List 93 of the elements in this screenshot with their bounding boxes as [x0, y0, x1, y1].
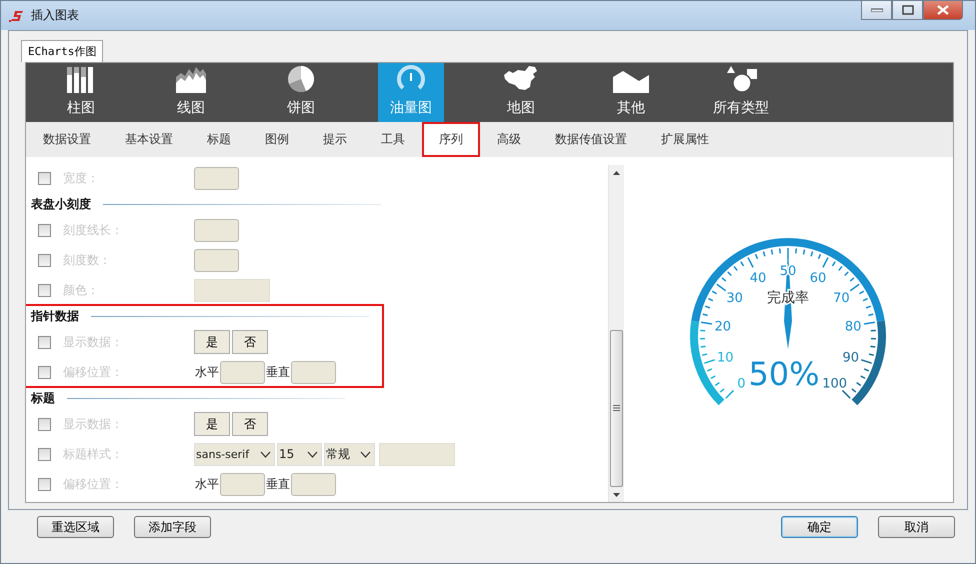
checkbox[interactable] — [38, 172, 51, 184]
tick-label: 10 — [716, 350, 734, 366]
pie-chart-icon — [287, 65, 315, 93]
field-label: 标题样式： — [63, 446, 124, 462]
settings-tab[interactable]: 数据设置 — [26, 122, 108, 157]
bar-chart-icon — [67, 67, 95, 93]
window-title: 插入图表 — [31, 7, 79, 24]
option-button[interactable]: 否 — [232, 330, 268, 354]
settings-tab[interactable]: 序列 — [422, 122, 480, 157]
caret-icon — [307, 450, 318, 458]
caret-icon — [360, 450, 371, 458]
checkbox[interactable] — [38, 284, 51, 296]
minimize-button[interactable] — [861, 1, 892, 20]
tick-label: 100 — [822, 376, 848, 392]
settings-tab[interactable]: 工具 — [364, 122, 422, 157]
footer-button[interactable]: 重选区域 — [37, 516, 114, 538]
section-title: 标题 — [31, 390, 55, 406]
chart-type-button[interactable]: 线图 — [158, 63, 224, 122]
grip-icon — [613, 405, 620, 411]
field-label: 偏移位置： — [63, 364, 124, 380]
checkbox[interactable] — [38, 336, 51, 348]
mountain-icon — [613, 71, 649, 93]
tick-label: 70 — [833, 291, 850, 306]
tick-label: 80 — [844, 320, 862, 335]
field-label: 刻度数： — [63, 252, 112, 268]
tick-label: 30 — [726, 291, 743, 306]
tick-label: 90 — [842, 350, 860, 366]
offset-label: 垂直 — [266, 476, 290, 492]
input-field[interactable] — [194, 248, 239, 272]
up-arrow-icon — [613, 171, 620, 175]
dropdown[interactable]: 常规 — [324, 442, 375, 466]
field-label: 颜色： — [63, 282, 100, 298]
option-button[interactable]: 是 — [194, 412, 230, 436]
color-field[interactable] — [194, 278, 270, 302]
input-field[interactable] — [379, 442, 455, 466]
footer-button[interactable]: 取消 — [878, 516, 955, 538]
map-icon — [503, 65, 539, 93]
scrollbar[interactable] — [608, 165, 624, 502]
offset-label: 水平 — [195, 476, 219, 492]
option-button[interactable]: 是 — [194, 330, 230, 354]
option-button[interactable]: 否 — [232, 412, 268, 436]
caret-icon — [260, 450, 271, 458]
maximize-icon — [902, 5, 914, 15]
area-chart-icon — [176, 65, 206, 93]
tab[interactable]: ECharts作图 — [21, 40, 104, 62]
field-label: 刻度线长： — [63, 222, 124, 238]
field-label: 显示数据： — [63, 416, 124, 432]
field-label: 偏移位置： — [63, 476, 124, 492]
settings-tab[interactable]: 基本设置 — [108, 122, 190, 157]
input-field[interactable] — [291, 360, 336, 384]
settings-tab[interactable]: 图例 — [248, 122, 306, 157]
footer-button[interactable]: 添加字段 — [134, 516, 211, 538]
checkbox[interactable] — [38, 478, 51, 490]
checkbox[interactable] — [38, 448, 51, 460]
input-field[interactable] — [291, 472, 336, 496]
checkbox[interactable] — [38, 418, 51, 430]
field-label: 宽度： — [63, 170, 100, 186]
minimize-icon — [870, 8, 882, 12]
checkbox[interactable] — [38, 224, 51, 236]
down-arrow-icon — [613, 493, 620, 497]
footer-button[interactable]: 确定 — [781, 516, 858, 538]
chart-type-button[interactable]: 地图 — [488, 63, 554, 122]
settings-tab[interactable]: 标题 — [190, 122, 248, 157]
tick-label: 40 — [750, 271, 766, 286]
gauge-value: 50% — [748, 355, 820, 393]
settings-tab[interactable]: 高级 — [480, 122, 538, 157]
logo-icon — [9, 8, 25, 22]
close-icon — [937, 5, 949, 15]
section-title: 指针数据 — [31, 308, 79, 324]
settings-tab[interactable]: 提示 — [306, 122, 364, 157]
input-field[interactable] — [220, 360, 265, 384]
checkbox[interactable] — [38, 254, 51, 266]
field-label: 显示数据： — [63, 334, 124, 350]
dropdown[interactable]: sans-serif — [194, 442, 275, 466]
tick-label: 20 — [714, 320, 732, 335]
chart-type-button[interactable]: 所有类型 — [708, 63, 774, 122]
tick-label: 60 — [810, 271, 826, 286]
settings-tab[interactable]: 扩展属性 — [644, 122, 726, 157]
chart-type-button[interactable]: 饼图 — [268, 63, 334, 122]
chart-type-button[interactable]: 其他 — [598, 63, 664, 122]
close-button[interactable] — [923, 1, 963, 20]
offset-label: 垂直 — [266, 364, 290, 380]
checkbox[interactable] — [38, 366, 51, 378]
section-title: 表盘小刻度 — [31, 196, 91, 212]
input-field[interactable] — [220, 472, 265, 496]
offset-label: 水平 — [195, 364, 219, 380]
dropdown[interactable]: 15 — [277, 442, 322, 466]
tick-label: 0 — [737, 376, 746, 392]
settings-tab[interactable]: 数据传值设置 — [538, 122, 644, 157]
input-field[interactable] — [194, 166, 239, 190]
input-field[interactable] — [194, 218, 239, 242]
maximize-button[interactable] — [892, 1, 923, 20]
chart-type-button[interactable]: 柱图 — [48, 63, 114, 122]
